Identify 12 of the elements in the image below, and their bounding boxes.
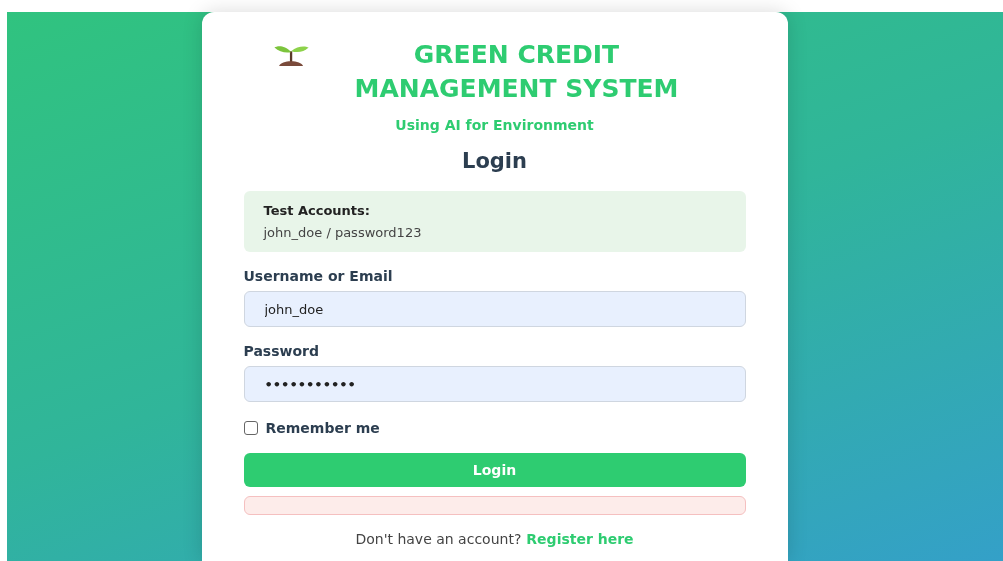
username-field[interactable]: john_doe <box>243 291 746 327</box>
info-text: john_doe / password123 <box>263 225 423 240</box>
password-field[interactable]: ••••••••••• <box>243 366 746 402</box>
form-heading: Login <box>461 149 528 173</box>
app-subtitle: Using AI for Environment <box>394 117 595 133</box>
remember-checkbox[interactable] <box>243 421 258 435</box>
field-label: Password <box>243 343 320 359</box>
field-label: Username or Email <box>243 268 394 284</box>
info-title: Test Accounts: <box>263 203 371 218</box>
footer-text: Don't have an account? <box>355 531 522 547</box>
remember-label: Remember me <box>265 420 380 436</box>
app-title: GREEN CREDIT MANAGEMENT SYSTEM <box>353 39 680 105</box>
